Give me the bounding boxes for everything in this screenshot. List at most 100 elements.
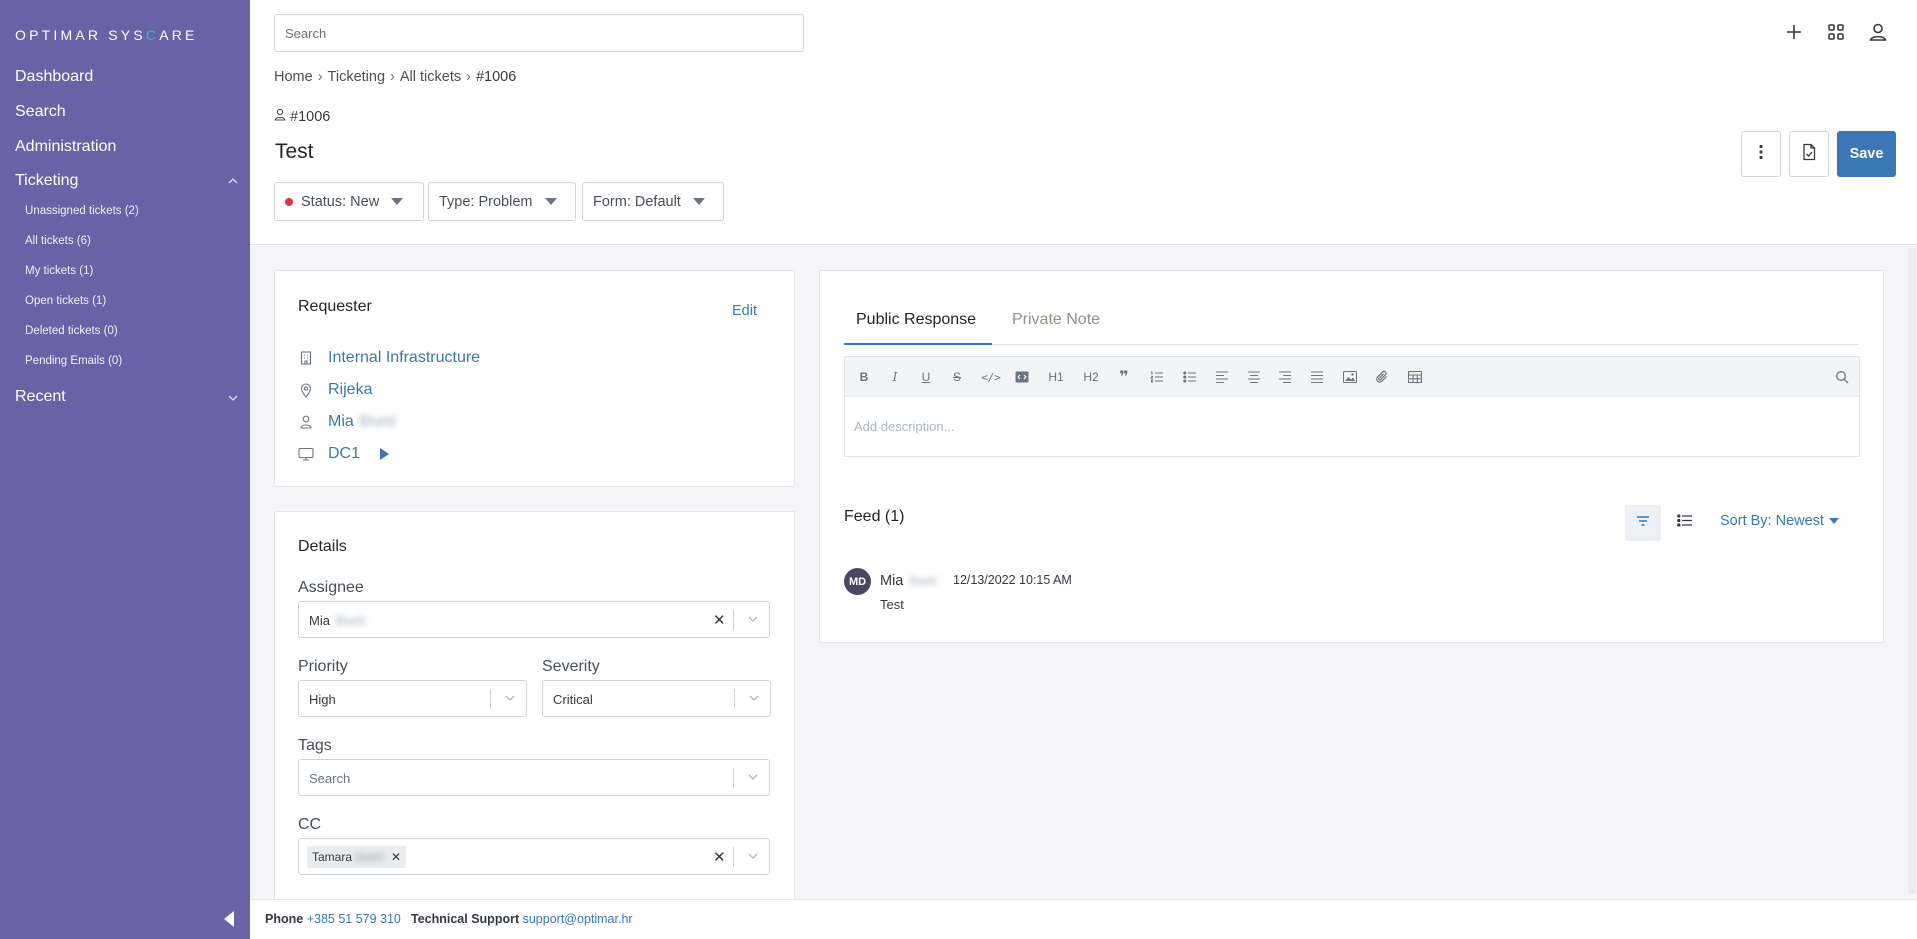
- align-left-icon[interactable]: [1213, 368, 1231, 386]
- breadcrumb-ticketing[interactable]: Ticketing: [328, 69, 385, 85]
- sidebar-sub-pending-emails[interactable]: Pending Emails (0): [25, 355, 122, 367]
- organization-name: Internal Infrastructure: [328, 349, 481, 366]
- requester-organization[interactable]: Internal Infrastructure: [298, 349, 480, 367]
- play-icon[interactable]: [380, 448, 390, 460]
- user-profile-icon[interactable]: [1866, 20, 1890, 44]
- search-input[interactable]: [274, 14, 804, 52]
- feed-author[interactable]: Mia Đurić: [880, 573, 937, 589]
- align-right-icon[interactable]: [1276, 368, 1294, 386]
- apps-grid-icon[interactable]: [1824, 20, 1848, 44]
- building-icon: [298, 350, 314, 366]
- status-label: Status: New: [301, 193, 380, 210]
- cc-label: CC: [298, 816, 322, 833]
- plus-icon[interactable]: [1782, 20, 1806, 44]
- type-dropdown[interactable]: Type: Problem: [428, 182, 576, 221]
- ticket-header: Home›Ticketing›All tickets›#1006 #1006 T…: [250, 0, 1917, 245]
- sidebar-item-recent[interactable]: Recent: [15, 388, 66, 406]
- chevron-down-icon[interactable]: [747, 691, 761, 705]
- tags-placeholder: Search: [309, 771, 351, 786]
- support-email-link[interactable]: support@optimar.hr: [523, 912, 633, 926]
- sidebar-sub-open-tickets[interactable]: Open tickets (1): [25, 295, 106, 307]
- sidebar-sub-unassigned-tickets[interactable]: Unassigned tickets (2): [25, 205, 139, 217]
- collapse-sidebar-icon[interactable]: [224, 911, 234, 927]
- export-pdf-button[interactable]: [1789, 131, 1829, 177]
- more-actions-button[interactable]: [1741, 131, 1781, 177]
- bullet-list-icon[interactable]: [1181, 368, 1199, 386]
- assignee-label: Assignee: [298, 579, 364, 596]
- page-title: Test: [275, 140, 314, 163]
- person-first-name: Mia: [328, 413, 354, 430]
- cc-chip: Tamara Babić ✕: [307, 846, 407, 868]
- monitor-icon: [298, 446, 314, 462]
- table-icon[interactable]: [1406, 368, 1424, 386]
- blockquote-icon[interactable]: ❞: [1115, 368, 1133, 386]
- edit-requester-link[interactable]: Edit: [732, 303, 757, 319]
- code-block-icon[interactable]: [1013, 368, 1031, 386]
- chevron-up-icon[interactable]: [228, 176, 238, 186]
- logo-text-suffix: ARE: [159, 27, 198, 43]
- list-icon: [1677, 514, 1693, 532]
- sort-label: Sort By: Newest: [1720, 513, 1824, 529]
- clear-icon[interactable]: ✕: [713, 611, 726, 629]
- priority-select[interactable]: High: [298, 680, 527, 717]
- filter-feed-button[interactable]: [1625, 505, 1661, 541]
- requester-location[interactable]: Rijeka: [298, 381, 372, 399]
- save-button[interactable]: Save: [1837, 131, 1896, 177]
- align-center-icon[interactable]: [1245, 368, 1263, 386]
- caret-down-icon: [1828, 518, 1839, 524]
- underline-icon[interactable]: U: [917, 368, 935, 386]
- sidebar-sub-my-tickets[interactable]: My tickets (1): [25, 265, 93, 277]
- search-icon[interactable]: [1833, 368, 1851, 386]
- requester-device[interactable]: DC1: [298, 445, 390, 463]
- heading-1-icon[interactable]: H1: [1045, 368, 1067, 386]
- align-justify-icon[interactable]: [1308, 368, 1326, 386]
- priority-label: Priority: [298, 658, 348, 675]
- status-dropdown[interactable]: Status: New: [274, 182, 424, 221]
- chevron-down-icon[interactable]: [746, 770, 760, 784]
- image-icon[interactable]: [1341, 368, 1359, 386]
- chevron-down-icon[interactable]: [228, 393, 238, 403]
- breadcrumb-current: #1006: [475, 69, 517, 85]
- chevron-down-icon[interactable]: [746, 849, 760, 863]
- requester-person[interactable]: Mia Đurić: [298, 413, 397, 431]
- bold-icon[interactable]: B: [855, 368, 873, 386]
- breadcrumb-home[interactable]: Home: [274, 69, 313, 85]
- cc-select[interactable]: Tamara Babić ✕ ✕: [298, 838, 770, 875]
- remove-chip-icon[interactable]: ✕: [391, 850, 401, 864]
- chevron-down-icon[interactable]: [746, 612, 760, 626]
- breadcrumb-all-tickets[interactable]: All tickets: [400, 69, 461, 85]
- heading-2-icon[interactable]: H2: [1080, 368, 1102, 386]
- sidebar-sub-all-tickets[interactable]: All tickets (6): [25, 235, 91, 247]
- attachment-icon[interactable]: [1373, 368, 1391, 386]
- assignee-select[interactable]: Mia Đurić ✕: [298, 601, 770, 638]
- sort-dropdown[interactable]: Sort By: Newest: [1720, 513, 1839, 529]
- tab-public-response[interactable]: Public Response: [856, 311, 976, 329]
- severity-label: Severity: [542, 658, 600, 675]
- sidebar-sub-deleted-tickets[interactable]: Deleted tickets (0): [25, 325, 118, 337]
- severity-select[interactable]: Critical: [542, 680, 771, 717]
- sidebar-item-administration[interactable]: Administration: [15, 138, 116, 156]
- tab-private-note[interactable]: Private Note: [1012, 311, 1100, 329]
- priority-value: High: [309, 692, 336, 707]
- content-scrollbar[interactable]: [1908, 247, 1916, 895]
- phone-link[interactable]: +385 51 579 310: [307, 912, 401, 926]
- feed-timestamp: 12/13/2022 10:15 AM: [953, 573, 1072, 587]
- location-name: Rijeka: [328, 381, 373, 398]
- sidebar-item-dashboard[interactable]: Dashboard: [15, 68, 93, 86]
- assignee-first-name: Mia: [309, 613, 330, 628]
- avatar[interactable]: MD: [844, 568, 871, 595]
- description-editor[interactable]: B I U S </> H1 H2 ❞ Add description...: [844, 356, 1860, 457]
- form-dropdown[interactable]: Form: Default: [582, 182, 724, 221]
- sidebar-item-ticketing[interactable]: Ticketing: [15, 172, 78, 190]
- italic-icon[interactable]: I: [886, 368, 904, 386]
- sidebar-item-search[interactable]: Search: [15, 103, 66, 121]
- list-view-button[interactable]: [1667, 505, 1703, 541]
- person-icon: [274, 108, 286, 125]
- strikethrough-icon[interactable]: S: [948, 368, 966, 386]
- clear-icon[interactable]: ✕: [713, 848, 726, 866]
- ordered-list-icon[interactable]: [1148, 368, 1166, 386]
- logo[interactable]: OPTIMAR SYSCARE: [15, 27, 198, 43]
- code-icon[interactable]: </>: [980, 368, 1002, 386]
- tags-select[interactable]: Search: [298, 759, 770, 796]
- chevron-down-icon[interactable]: [503, 691, 517, 705]
